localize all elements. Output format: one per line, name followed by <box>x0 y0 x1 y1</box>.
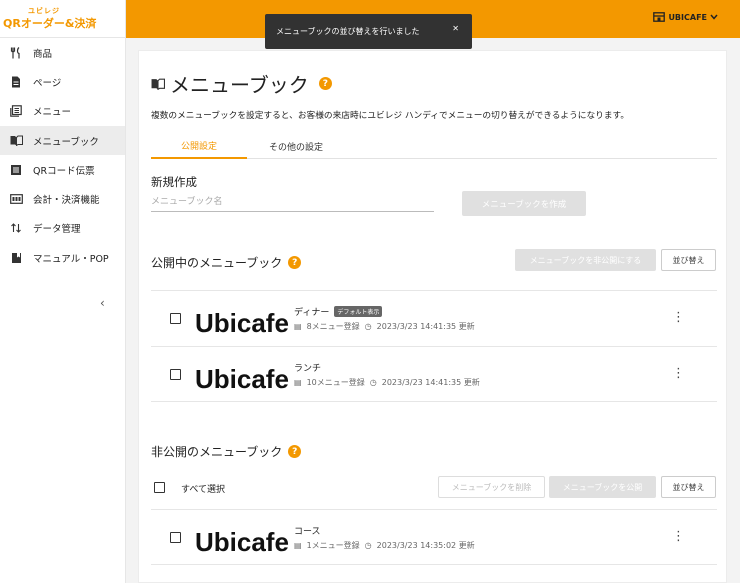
menu-count: 10メニュー登録 <box>306 378 365 387</box>
tab-publish-settings[interactable]: 公開設定 <box>151 133 247 159</box>
sidebar-item-label: QRコード伝票 <box>33 165 95 177</box>
list-item[interactable]: Ubicafe ディナー デフォルト表示 ▤ 8メニュー登録 ◷ 2023/3/… <box>151 290 717 346</box>
menu-count-icon: ▤ <box>294 378 302 387</box>
sidebar-item-payment[interactable]: 会計・決済機能 <box>0 184 125 213</box>
sidebar-item-menu[interactable]: メニュー <box>0 97 125 126</box>
checkbox[interactable] <box>170 532 181 543</box>
sidebar-item-qr-slip[interactable]: QRコード伝票 <box>0 155 125 184</box>
book-name-text: ランチ <box>294 364 322 374</box>
sidebar-item-data[interactable]: データ管理 <box>0 214 125 243</box>
list-item[interactable]: Ubicafe コース ▤ 1メニュー登録 ◷ 2023/3/23 14:35:… <box>151 509 717 565</box>
sort-published-button[interactable]: 並び替え <box>661 249 716 271</box>
logo[interactable]: ユビレジ QRオーダー&決済 <box>0 0 126 38</box>
book-icon <box>151 78 165 90</box>
main-card: メニューブック ? 複数のメニューブックを設定すると、お客様の来店時にユビレジ … <box>138 50 727 583</box>
page-icon <box>9 75 23 89</box>
book-name: コース <box>294 524 321 537</box>
publish-menubook-button[interactable]: メニューブックを公開 <box>549 476 656 498</box>
sidebar: 商品 ページ メニュー メニューブック QRコード伝票 会計・決済機能 データ管… <box>0 38 126 583</box>
account-menu[interactable]: UBICAFE <box>653 12 718 22</box>
page-title: メニューブック ? <box>151 69 332 98</box>
new-section-title: 新規作成 <box>151 175 197 189</box>
book-name-text: コース <box>294 527 321 537</box>
clock-icon: ◷ <box>369 378 377 387</box>
default-badge: デフォルト表示 <box>334 306 383 317</box>
sort-unpublished-button[interactable]: 並び替え <box>661 476 716 498</box>
select-all-checkbox[interactable] <box>154 482 165 493</box>
more-vert-icon[interactable]: ⋮ <box>672 311 685 324</box>
brand-text: Ubicafe <box>195 364 289 393</box>
account-name: UBICAFE <box>668 12 707 22</box>
published-title-text: 公開中のメニューブック <box>151 256 283 270</box>
book-name: ディナー デフォルト表示 <box>294 305 383 318</box>
list-item[interactable]: Ubicafe ランチ ▤ 10メニュー登録 ◷ 2023/3/23 14:41… <box>151 346 717 402</box>
book-meta: ▤ 1メニュー登録 ◷ 2023/3/23 14:35:02 更新 <box>294 540 475 551</box>
brand-text: Ubicafe <box>195 527 289 556</box>
published-section-title: 公開中のメニューブック ? <box>151 254 302 271</box>
checkbox[interactable] <box>170 369 181 380</box>
tab-other-settings[interactable]: その他の設定 <box>251 133 341 159</box>
checkbox[interactable] <box>170 313 181 324</box>
sidebar-item-manual[interactable]: マニュアル・POP <box>0 243 125 272</box>
unpublished-title-text: 非公開のメニューブック <box>151 445 283 459</box>
manual-icon <box>9 251 23 265</box>
menu-count: 1メニュー登録 <box>306 541 360 550</box>
sidebar-item-label: 会計・決済機能 <box>33 195 100 207</box>
menubook-name-input[interactable] <box>151 193 434 212</box>
book-icon <box>9 134 23 148</box>
clock-icon: ◷ <box>364 322 372 331</box>
unpublished-section-title: 非公開のメニューブック ? <box>151 443 302 460</box>
ubicafe-logo: Ubicafe <box>195 308 289 337</box>
toast-message: メニューブックの並び替えを行いました <box>276 27 420 36</box>
help-icon[interactable]: ? <box>288 445 302 458</box>
receipt-icon <box>9 163 23 177</box>
ubicafe-logo: Ubicafe <box>195 364 289 393</box>
sidebar-item-menubook[interactable]: メニューブック <box>0 125 125 156</box>
create-menubook-button[interactable]: メニューブックを作成 <box>462 191 586 216</box>
updated-at: 2023/3/23 14:41:35 更新 <box>376 322 475 331</box>
book-meta: ▤ 10メニュー登録 ◷ 2023/3/23 14:41:35 更新 <box>294 377 480 388</box>
sidebar-item-label: 商品 <box>33 48 53 60</box>
page-title-text: メニューブック <box>170 73 309 97</box>
delete-menubook-button[interactable]: メニューブックを削除 <box>438 476 545 498</box>
sidebar-item-label: データ管理 <box>33 224 81 236</box>
updated-at: 2023/3/23 14:35:02 更新 <box>376 541 475 550</box>
logo-main-text: QRオーダー&決済 <box>3 17 97 30</box>
updated-at: 2023/3/23 14:41:35 更新 <box>381 378 480 387</box>
store-icon <box>653 12 666 22</box>
more-vert-icon[interactable]: ⋮ <box>672 367 685 380</box>
sidebar-item-products[interactable]: 商品 <box>0 38 125 67</box>
help-icon[interactable]: ? <box>318 77 332 90</box>
menu-list-icon <box>9 104 23 118</box>
book-name: ランチ <box>294 361 321 374</box>
toast: メニューブックの並び替えを行いました ✕ <box>265 14 472 49</box>
close-icon[interactable]: ✕ <box>452 24 459 33</box>
menu-count-icon: ▤ <box>294 541 302 550</box>
tab-bar: 公開設定 その他の設定 <box>151 133 717 159</box>
select-all-label: すべて選択 <box>181 485 226 495</box>
sidebar-item-label: メニューブック <box>33 136 99 148</box>
sidebar-item-label: メニュー <box>33 107 72 119</box>
book-name-text: ディナー <box>294 308 330 318</box>
sidebar-item-label: ページ <box>33 77 62 89</box>
sort-arrows-icon <box>9 221 23 235</box>
clock-icon: ◷ <box>364 541 372 550</box>
brand-text: Ubicafe <box>195 308 289 337</box>
ubicafe-logo: Ubicafe <box>195 527 289 556</box>
help-icon[interactable]: ? <box>288 256 302 269</box>
published-book-list: Ubicafe ディナー デフォルト表示 ▤ 8メニュー登録 ◷ 2023/3/… <box>151 290 717 402</box>
menu-count-icon: ▤ <box>294 322 302 331</box>
cutlery-icon <box>9 46 23 60</box>
sidebar-item-label: マニュアル・POP <box>33 253 109 265</box>
page-description: 複数のメニューブックを設定すると、お客様の来店時にユビレジ ハンディでメニューの… <box>151 111 630 121</box>
menu-count: 8メニュー登録 <box>306 322 360 331</box>
unpublish-button[interactable]: メニューブックを非公開にする <box>515 249 656 271</box>
payment-icon <box>9 192 23 206</box>
unpublished-book-list: Ubicafe コース ▤ 1メニュー登録 ◷ 2023/3/23 14:35:… <box>151 509 717 565</box>
more-vert-icon[interactable]: ⋮ <box>672 530 685 543</box>
sidebar-item-pages[interactable]: ページ <box>0 67 125 96</box>
collapse-sidebar-button[interactable]: ‹ <box>100 296 105 310</box>
book-meta: ▤ 8メニュー登録 ◷ 2023/3/23 14:41:35 更新 <box>294 321 475 332</box>
chevron-down-icon <box>710 14 718 20</box>
